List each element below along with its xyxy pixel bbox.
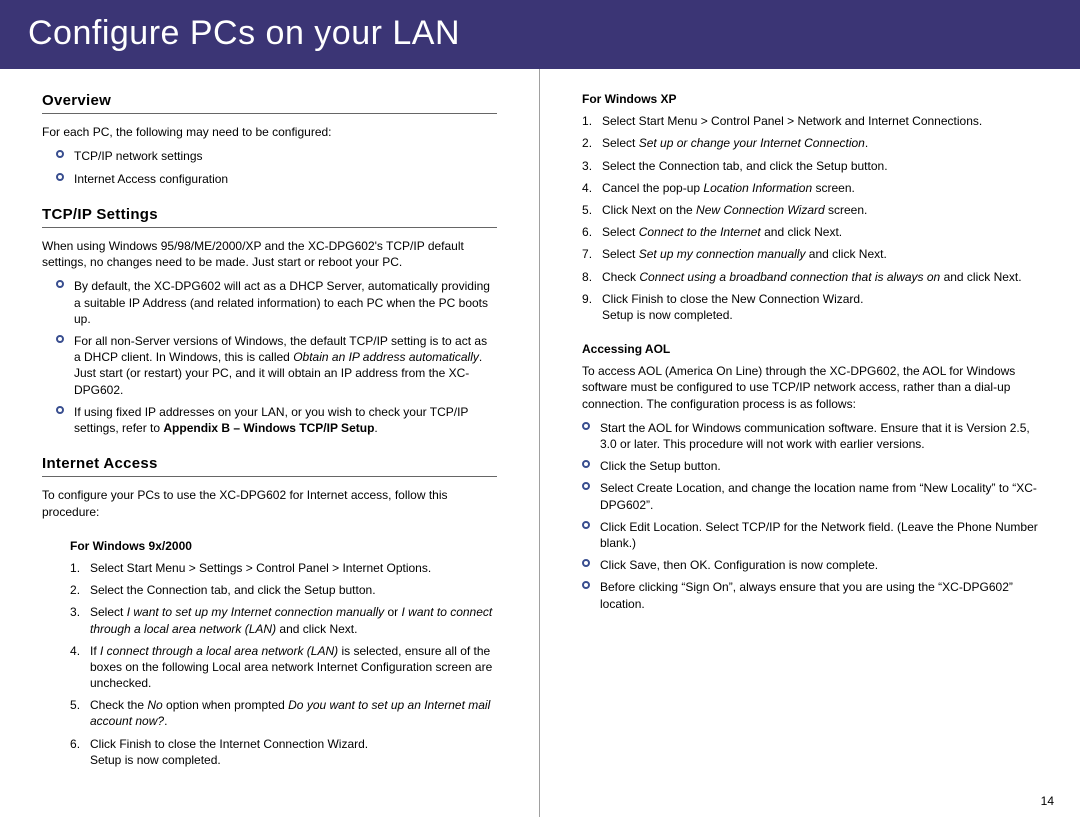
list-item: Cancel the pop-up Location Information s… bbox=[582, 180, 1038, 196]
aol-bullet: Click Edit Location. Select TCP/IP for t… bbox=[582, 519, 1038, 551]
text: Select bbox=[90, 605, 127, 619]
tcpip-bullet: For all non-Server versions of Windows, … bbox=[56, 333, 497, 398]
list-item: Click Finish to close the Internet Conne… bbox=[70, 736, 497, 768]
text: and click Next. bbox=[276, 622, 357, 636]
aol-bullet: Click the Setup button. bbox=[582, 458, 1038, 474]
text: Cancel the pop-up bbox=[602, 181, 703, 195]
text-italic: I want to set up my Internet connection … bbox=[127, 605, 384, 619]
overview-bullet: TCP/IP network settings bbox=[56, 148, 497, 164]
list-item: Select Connect to the Internet and click… bbox=[582, 224, 1038, 240]
text: Select bbox=[602, 225, 639, 239]
text: Setup is now completed. bbox=[602, 308, 733, 322]
text: screen. bbox=[812, 181, 855, 195]
right-column: For Windows XP Select Start Menu > Contr… bbox=[540, 69, 1080, 817]
aol-bullet: Before clicking “Sign On”, always ensure… bbox=[582, 579, 1038, 611]
text: . bbox=[164, 714, 167, 728]
text: and click Next. bbox=[805, 247, 886, 261]
text-italic: I connect through a local area network (… bbox=[100, 644, 338, 658]
overview-bullet: Internet Access configuration bbox=[56, 171, 497, 187]
text: If bbox=[90, 644, 100, 658]
text-italic: New Connection Wizard bbox=[696, 203, 825, 217]
text: and click Next. bbox=[940, 270, 1021, 284]
aol-subhead: Accessing AOL bbox=[582, 341, 1038, 357]
list-item: Click Next on the New Connection Wizard … bbox=[582, 202, 1038, 218]
page-number: 14 bbox=[1041, 793, 1054, 809]
left-column: Overview For each PC, the following may … bbox=[0, 69, 540, 817]
list-item: Select Set up or change your Internet Co… bbox=[582, 135, 1038, 151]
list-item: Select Start Menu > Control Panel > Netw… bbox=[582, 113, 1038, 129]
text: Setup is now completed. bbox=[90, 753, 221, 767]
list-item: Check the No option when prompted Do you… bbox=[70, 697, 497, 729]
text: . bbox=[374, 421, 377, 435]
list-item: Select the Connection tab, and click the… bbox=[70, 582, 497, 598]
text: option when prompted bbox=[163, 698, 288, 712]
overview-head: Overview bbox=[42, 91, 497, 114]
text-italic: Connect using a broadband connection tha… bbox=[639, 270, 940, 284]
internet-intro: To configure your PCs to use the XC-DPG6… bbox=[42, 487, 497, 519]
text: Click Finish to close the New Connection… bbox=[602, 292, 863, 306]
tcpip-intro: When using Windows 95/98/ME/2000/XP and … bbox=[42, 238, 497, 270]
aol-bullet: Click Save, then OK. Configuration is no… bbox=[582, 557, 1038, 573]
winxp-subhead: For Windows XP bbox=[582, 91, 1038, 107]
text: Click Next on the bbox=[602, 203, 696, 217]
list-item: If I connect through a local area networ… bbox=[70, 643, 497, 692]
tcpip-bullet: If using fixed IP addresses on your LAN,… bbox=[56, 404, 497, 436]
list-item: Select the Connection tab, and click the… bbox=[582, 158, 1038, 174]
text-italic: Connect to the Internet bbox=[639, 225, 761, 239]
text: Check the bbox=[90, 698, 147, 712]
list-item: Click Finish to close the New Connection… bbox=[582, 291, 1038, 323]
text: and click Next. bbox=[761, 225, 842, 239]
list-item: Select I want to set up my Internet conn… bbox=[70, 604, 497, 636]
aol-intro: To access AOL (America On Line) through … bbox=[582, 363, 1038, 412]
list-item: Select Set up my connection manually and… bbox=[582, 246, 1038, 262]
aol-bullet: Select Create Location, and change the l… bbox=[582, 480, 1038, 512]
text-italic: Set up my connection manually bbox=[639, 247, 806, 261]
aol-bullet: Start the AOL for Windows communication … bbox=[582, 420, 1038, 452]
list-item: Select Start Menu > Settings > Control P… bbox=[70, 560, 497, 576]
text: screen. bbox=[825, 203, 868, 217]
internet-head: Internet Access bbox=[42, 454, 497, 477]
text: . bbox=[865, 136, 868, 150]
tcpip-head: TCP/IP Settings bbox=[42, 205, 497, 228]
text-italic: Location Information bbox=[703, 181, 812, 195]
tcpip-bullet: By default, the XC-DPG602 will act as a … bbox=[56, 278, 497, 327]
list-item: Check Connect using a broadband connecti… bbox=[582, 269, 1038, 285]
text-italic: No bbox=[147, 698, 162, 712]
text: Check bbox=[602, 270, 639, 284]
text-italic: Set up or change your Internet Connectio… bbox=[639, 136, 865, 150]
text: or bbox=[384, 605, 401, 619]
text-italic: Obtain an IP address automatically bbox=[293, 350, 479, 364]
page-banner: Configure PCs on your LAN bbox=[0, 0, 1080, 69]
overview-intro: For each PC, the following may need to b… bbox=[42, 124, 497, 140]
win9x-subhead: For Windows 9x/2000 bbox=[70, 538, 497, 554]
text: Click Finish to close the Internet Conne… bbox=[90, 737, 368, 751]
text: Select bbox=[602, 247, 639, 261]
text: Select bbox=[602, 136, 639, 150]
text-bold: Appendix B – Windows TCP/IP Setup bbox=[163, 421, 374, 435]
